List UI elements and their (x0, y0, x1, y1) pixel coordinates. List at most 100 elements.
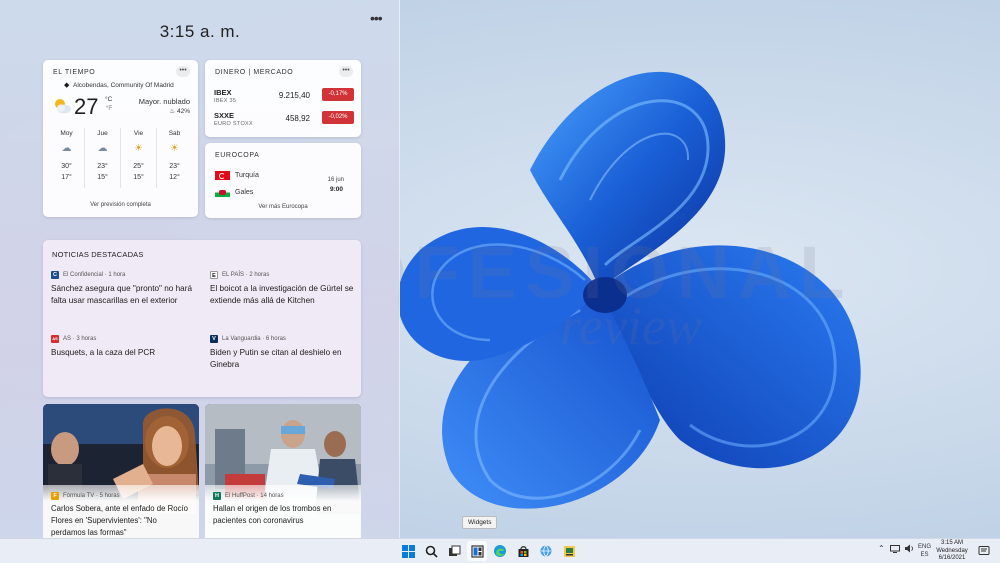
team-name: Turquía (235, 171, 259, 179)
weather-menu-button[interactable]: ••• (176, 66, 190, 77)
clock-time: 3:15 AM (940, 540, 963, 546)
taskbar: ⌃ ENG ES 3:15 AM Wednesday 6/16/2021 (0, 538, 1000, 563)
chevron-up-icon[interactable]: ⌃ (878, 544, 885, 553)
language-code: ENG (918, 544, 932, 550)
forecast-day: Moy ☁ 30° 17° (49, 128, 85, 188)
notification-icon[interactable] (978, 545, 990, 557)
story-source: V La Vanguardia · 6 horas (210, 334, 356, 343)
clock-day: Wednesday (936, 547, 968, 554)
story-source-label: El Confidencial · 1 hora (63, 271, 126, 278)
partly-sunny-icon: ☀ (170, 143, 179, 154)
weather-card[interactable]: EL TIEMPO ••• ◆ Alcobendas, Community Of… (43, 60, 198, 217)
story-source: AS AS · 3 horas (51, 334, 197, 343)
stock-symbol: SXXE (214, 111, 235, 120)
forecast-day-label: Vie (133, 130, 144, 137)
story-headline: Carlos Sobera, ante el enfado de Rocío F… (51, 504, 188, 537)
story-source-label: Fórmula TV · 5 horas (63, 492, 120, 499)
story-source-label: La Vanguardia · 6 horas (222, 335, 286, 342)
widgets-tooltip: Widgets (462, 516, 498, 529)
search-icon[interactable] (421, 541, 441, 561)
forecast-low: 15° (97, 174, 108, 181)
story-source: F Fórmula TV · 5 horas (51, 491, 191, 500)
stock-change-badge: -0,02% (322, 111, 354, 124)
story-headline: Busquets, a la caza del PCR (51, 348, 156, 357)
system-tray: ⌃ (878, 544, 914, 553)
source-logo-icon: V (210, 334, 218, 343)
edge-icon[interactable] (490, 541, 510, 561)
rain-cloud-icon: ☁ (61, 143, 72, 154)
eurocopa-title: EUROCOPA (215, 152, 260, 159)
speaker-icon[interactable] (904, 544, 914, 553)
turkey-flag-icon (215, 170, 230, 180)
photo-story-card[interactable]: H El HuffPost · 14 horas Hallan el orige… (205, 404, 361, 538)
eurocopa-card[interactable]: EUROCOPA Turquía Gales 16 jun 9:00 Ver m… (205, 143, 361, 218)
stock-value: 9.215,40 (278, 91, 310, 100)
weather-title: EL TIEMPO (53, 69, 96, 76)
wales-flag-icon (215, 187, 230, 197)
story-source-label: EL PAÍS · 2 horas (222, 271, 270, 278)
stock-row[interactable]: IBEX IBEX 35 9.215,40 -0,17% (214, 88, 354, 110)
eurocopa-more-link[interactable]: Ver más Eurocopa (205, 204, 361, 210)
forecast-high: 23° (97, 163, 108, 170)
market-menu-button[interactable]: ••• (339, 66, 353, 77)
taskbar-icons (398, 541, 579, 561)
taskbar-clock[interactable]: 3:15 AM Wednesday 6/16/2021 (934, 540, 970, 563)
network-globe-icon[interactable] (536, 541, 556, 561)
forecast-high: 23° (169, 163, 180, 170)
clock-date: 6/16/2021 (938, 555, 966, 561)
story-source: E EL PAÍS · 2 horas (210, 270, 356, 279)
unit-fahrenheit-toggle[interactable]: °F (106, 106, 112, 112)
watermark-review: review (560, 296, 702, 356)
app-icon[interactable] (559, 541, 579, 561)
forecast-low: 17° (61, 174, 72, 181)
news-story[interactable]: E EL PAÍS · 2 horas El boicot a la inves… (210, 270, 356, 307)
stock-symbol: IBEX (214, 88, 232, 97)
stock-row[interactable]: SXXE EURO STOXX 458,92 -0,02% (214, 111, 354, 133)
source-logo-icon: C (51, 270, 59, 279)
input-language[interactable]: ENG ES (918, 543, 931, 559)
team-name: Gales (235, 188, 254, 196)
story-headline: El boicot a la investigación de Gürtel s… (210, 284, 354, 305)
forecast-low: 15° (133, 174, 144, 181)
photo-story-card[interactable]: F Fórmula TV · 5 horas Carlos Sobera, an… (43, 404, 199, 538)
photo-story-caption: H El HuffPost · 14 horas Hallan el orige… (205, 485, 361, 538)
market-card[interactable]: DINERO | MERCADO ••• IBEX IBEX 35 9.215,… (205, 60, 361, 137)
team-row: Gales (215, 187, 253, 197)
panel-time: 3:15 a. m. (159, 22, 241, 41)
stock-value: 458,92 (285, 114, 310, 123)
task-view-icon[interactable] (444, 541, 464, 561)
news-title: NOTICIAS DESTACADAS (52, 250, 144, 259)
weather-temp: 27 (74, 94, 99, 119)
source-logo-icon: E (210, 270, 218, 279)
weather-humidity: ♨ 42% (169, 108, 190, 115)
partly-cloudy-icon (55, 99, 71, 114)
news-story[interactable]: AS AS · 3 horas Busquets, a la caza del … (51, 334, 197, 359)
partly-sunny-icon: ☀ (134, 143, 143, 154)
story-source-label: AS · 3 horas (63, 335, 97, 342)
stock-name: EURO STOXX (214, 121, 253, 127)
market-title: DINERO | MERCADO (215, 69, 294, 76)
stock-change-badge: -0,17% (322, 88, 354, 101)
source-logo-icon: H (213, 491, 221, 500)
forecast-day: Vie ☀ 25° 15° (121, 128, 157, 188)
news-story[interactable]: C El Confidencial · 1 hora Sánchez asegu… (51, 270, 197, 307)
weather-full-forecast-link[interactable]: Ver previsión completa (43, 202, 198, 208)
forecast-day-label: Jue (97, 130, 108, 137)
monitor-icon[interactable] (889, 544, 900, 553)
widgets-panel: 3:15 a. m. ••• EL TIEMPO ••• ◆ Alcobenda… (0, 0, 400, 538)
photo-story-caption: F Fórmula TV · 5 horas Carlos Sobera, an… (43, 485, 199, 538)
panel-more-button[interactable]: ••• (370, 10, 383, 26)
weather-location: Alcobendas, Community Of Madrid (73, 82, 174, 89)
forecast-day: Jue ☁ 23° 15° (85, 128, 121, 188)
widgets-icon[interactable] (467, 541, 487, 561)
forecast-day: Sab ☀ 23° 12° (157, 128, 192, 188)
story-headline: Biden y Putin se citan al deshielo en Gi… (210, 348, 342, 369)
store-icon[interactable] (513, 541, 533, 561)
match-time: 9:00 (329, 186, 343, 193)
weather-forecast: Moy ☁ 30° 17° Jue ☁ 23° 15° Vie ☀ 25° 15… (49, 128, 192, 188)
forecast-day-label: Sab (168, 130, 181, 137)
start-icon[interactable] (398, 541, 418, 561)
team-row: Turquía (215, 170, 259, 180)
news-story[interactable]: V La Vanguardia · 6 horas Biden y Putin … (210, 334, 356, 371)
unit-celsius-toggle[interactable]: °C (105, 96, 112, 103)
